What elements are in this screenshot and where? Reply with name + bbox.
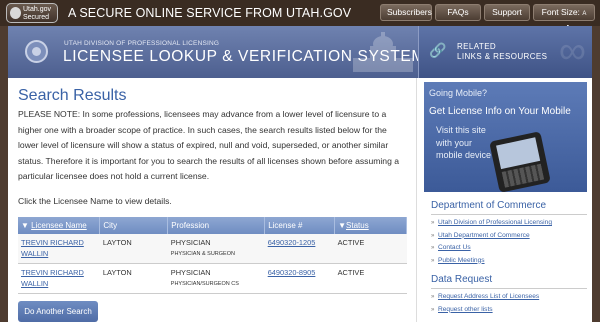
related-line1: RELATED [457,42,497,51]
col-status[interactable]: ▼Status [334,216,407,234]
status-cell: ACTIVE [334,263,407,294]
city-cell: LAYTON [99,263,168,294]
frame-right [592,26,600,322]
profession-name: PHYSICIAN [170,237,211,247]
profession-name: PHYSICIAN [170,267,211,277]
main-content: Search Results PLEASE NOTE: In some prof… [8,78,416,322]
list-item: Contact Us [431,242,552,255]
license-number-link[interactable]: 6490320-1205 [268,238,316,247]
related-links-button[interactable]: 🔗 RELATED LINKS & RESOURCES ∞ [418,26,592,78]
sidebar: Going Mobile? Get License Info on Your M… [416,78,592,322]
table-row: TREVIN RICHARD WALLIN LAYTON PHYSICIAN PH… [18,233,407,264]
related-line2: LINKS & RESOURCES [457,52,548,61]
badge-line2: Secured [23,14,50,21]
table-row: TREVIN RICHARD WALLIN LAYTON PHYSICIAN PH… [18,263,407,294]
status-cell: ACTIVE [334,233,407,264]
going-mobile-heading: Going Mobile? [429,88,488,98]
sort-status-link[interactable]: Status [346,221,369,230]
license-number-link[interactable]: 6490320-8905 [268,268,316,277]
list-item: Request other lists [431,304,539,317]
profession-subtype: PHYSICIAN/SURGEON CS [170,280,239,287]
top-nav: Subscribers FAQs Support Font Size: A A … [380,4,595,35]
link-request-other-lists[interactable]: Request other lists [438,306,493,313]
profession-cell: PHYSICIAN PHYSICIAN & SURGEON [167,233,265,264]
header-banner: UTAH DIVISION OF PROFESSIONAL LICENSING … [8,26,592,78]
division-name: UTAH DIVISION OF PROFESSIONAL LICENSING [64,40,220,47]
col-licensee-name[interactable]: ▼ Licensee Name [18,216,101,234]
do-another-search-button[interactable]: Do Another Search [18,301,98,322]
click-instruction: Click the Licensee Name to view details. [18,195,172,206]
data-request-links: Request Address List of Licensees Reques… [431,291,539,316]
link-utah-dopl[interactable]: Utah Division of Professional Licensing [438,219,552,226]
shield-icon [10,7,21,19]
utah-gov-secured-badge[interactable]: Utah.gov Secured [6,3,58,23]
commerce-links: Utah Division of Professional Licensing … [431,217,552,267]
list-item: Utah Department of Commerce [431,230,552,243]
profession-subtype: PHYSICIAN & SURGEON [170,250,235,257]
commerce-heading: Department of Commerce [431,200,547,211]
mobile-promo-banner[interactable]: Going Mobile? Get License Info on Your M… [424,82,587,193]
font-size-small-button[interactable]: A [582,11,586,17]
frame-left [0,26,8,322]
state-seal-icon [25,40,48,63]
profession-cell: PHYSICIAN PHYSICIAN/SURGEON CS [167,263,265,294]
page-title: Search Results [18,87,127,104]
top-bar: Utah.gov Secured A SECURE ONLINE SERVICE… [0,0,600,35]
col-profession: Profession [167,216,266,234]
font-size-label: Font Size: [541,7,580,17]
data-request-heading: Data Request [431,274,493,285]
link-contact-us[interactable]: Contact Us [438,244,471,251]
faqs-button[interactable]: FAQs [435,4,481,21]
font-size-control: Font Size: A A A [533,4,595,35]
col-city: City [99,216,169,234]
licensee-name-link[interactable]: TREVIN RICHARD WALLIN [21,268,84,288]
link-icon: 🔗 [429,42,447,58]
please-note-text: PLEASE NOTE: In some professions, licens… [18,109,400,182]
get-info-mobile-text: Get License Info on Your Mobile [429,106,571,117]
link-public-meetings[interactable]: Public Meetings [438,257,485,264]
results-table: ▼ Licensee Name City Profession License … [18,216,407,294]
city-cell: LAYTON [99,233,168,264]
licensee-name-link[interactable]: TREVIN RICHARD WALLIN [21,238,84,258]
divider [431,288,587,289]
link-request-address-list[interactable]: Request Address List of Licensees [438,293,539,300]
table-header-row: ▼ Licensee Name City Profession License … [18,216,407,234]
support-button[interactable]: Support [484,4,530,21]
list-item: Request Address List of Licensees [431,291,539,304]
subscribers-button[interactable]: Subscribers [380,4,432,21]
visit-site-text: Visit this site with your mobile device [436,125,492,160]
sort-licensee-name-link[interactable]: Licensee Name [31,221,87,230]
col-license-number: License # [264,216,336,234]
badge-line1: Utah.gov [23,6,52,13]
capitol-building-icon [353,32,413,72]
smartphone-icon [489,131,551,193]
chain-icon: ∞ [558,30,586,72]
list-item: Utah Division of Professional Licensing [431,217,552,230]
list-item: Public Meetings [431,255,552,268]
divider [431,214,587,215]
secure-service-title: A SECURE ONLINE SERVICE FROM UTAH.GOV [68,6,352,20]
link-utah-commerce[interactable]: Utah Department of Commerce [438,232,530,239]
